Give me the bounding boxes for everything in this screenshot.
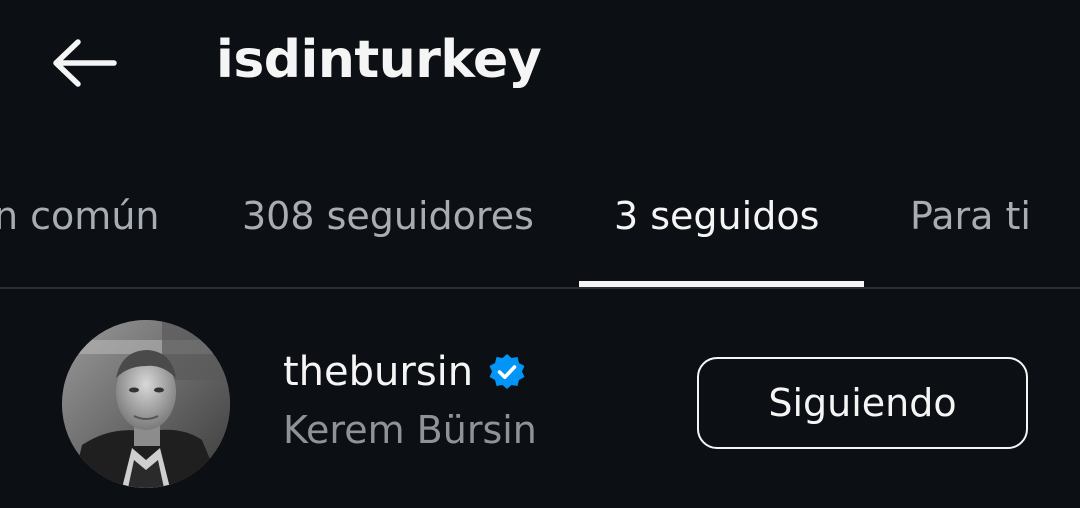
tab-in-common[interactable]: n común	[0, 188, 160, 244]
tabs-divider	[0, 287, 1080, 289]
username: thebursin	[283, 349, 474, 395]
avatar[interactable]	[62, 320, 230, 488]
tab-for-you[interactable]: Para ti	[910, 188, 1031, 244]
back-button[interactable]	[40, 28, 126, 98]
username-row[interactable]: thebursin	[283, 344, 527, 400]
verified-badge-icon	[489, 354, 525, 389]
following-button[interactable]: Siguiendo	[697, 357, 1028, 449]
tab-following[interactable]: 3 seguidos	[614, 188, 819, 244]
full-name: Kerem Bürsin	[283, 408, 537, 452]
arrow-left-icon	[53, 39, 117, 87]
tab-followers[interactable]: 308 seguidores	[242, 188, 534, 244]
page-title: isdinturkey	[216, 30, 542, 90]
list-item[interactable]: thebursin Kerem Bürsin Siguiendo	[0, 300, 1080, 508]
app-screen: isdinturkey n común 308 seguidores 3 seg…	[0, 0, 1080, 508]
tab-bar: n común 308 seguidores 3 seguidos Para t…	[0, 168, 1080, 288]
avatar-photo	[62, 320, 230, 488]
